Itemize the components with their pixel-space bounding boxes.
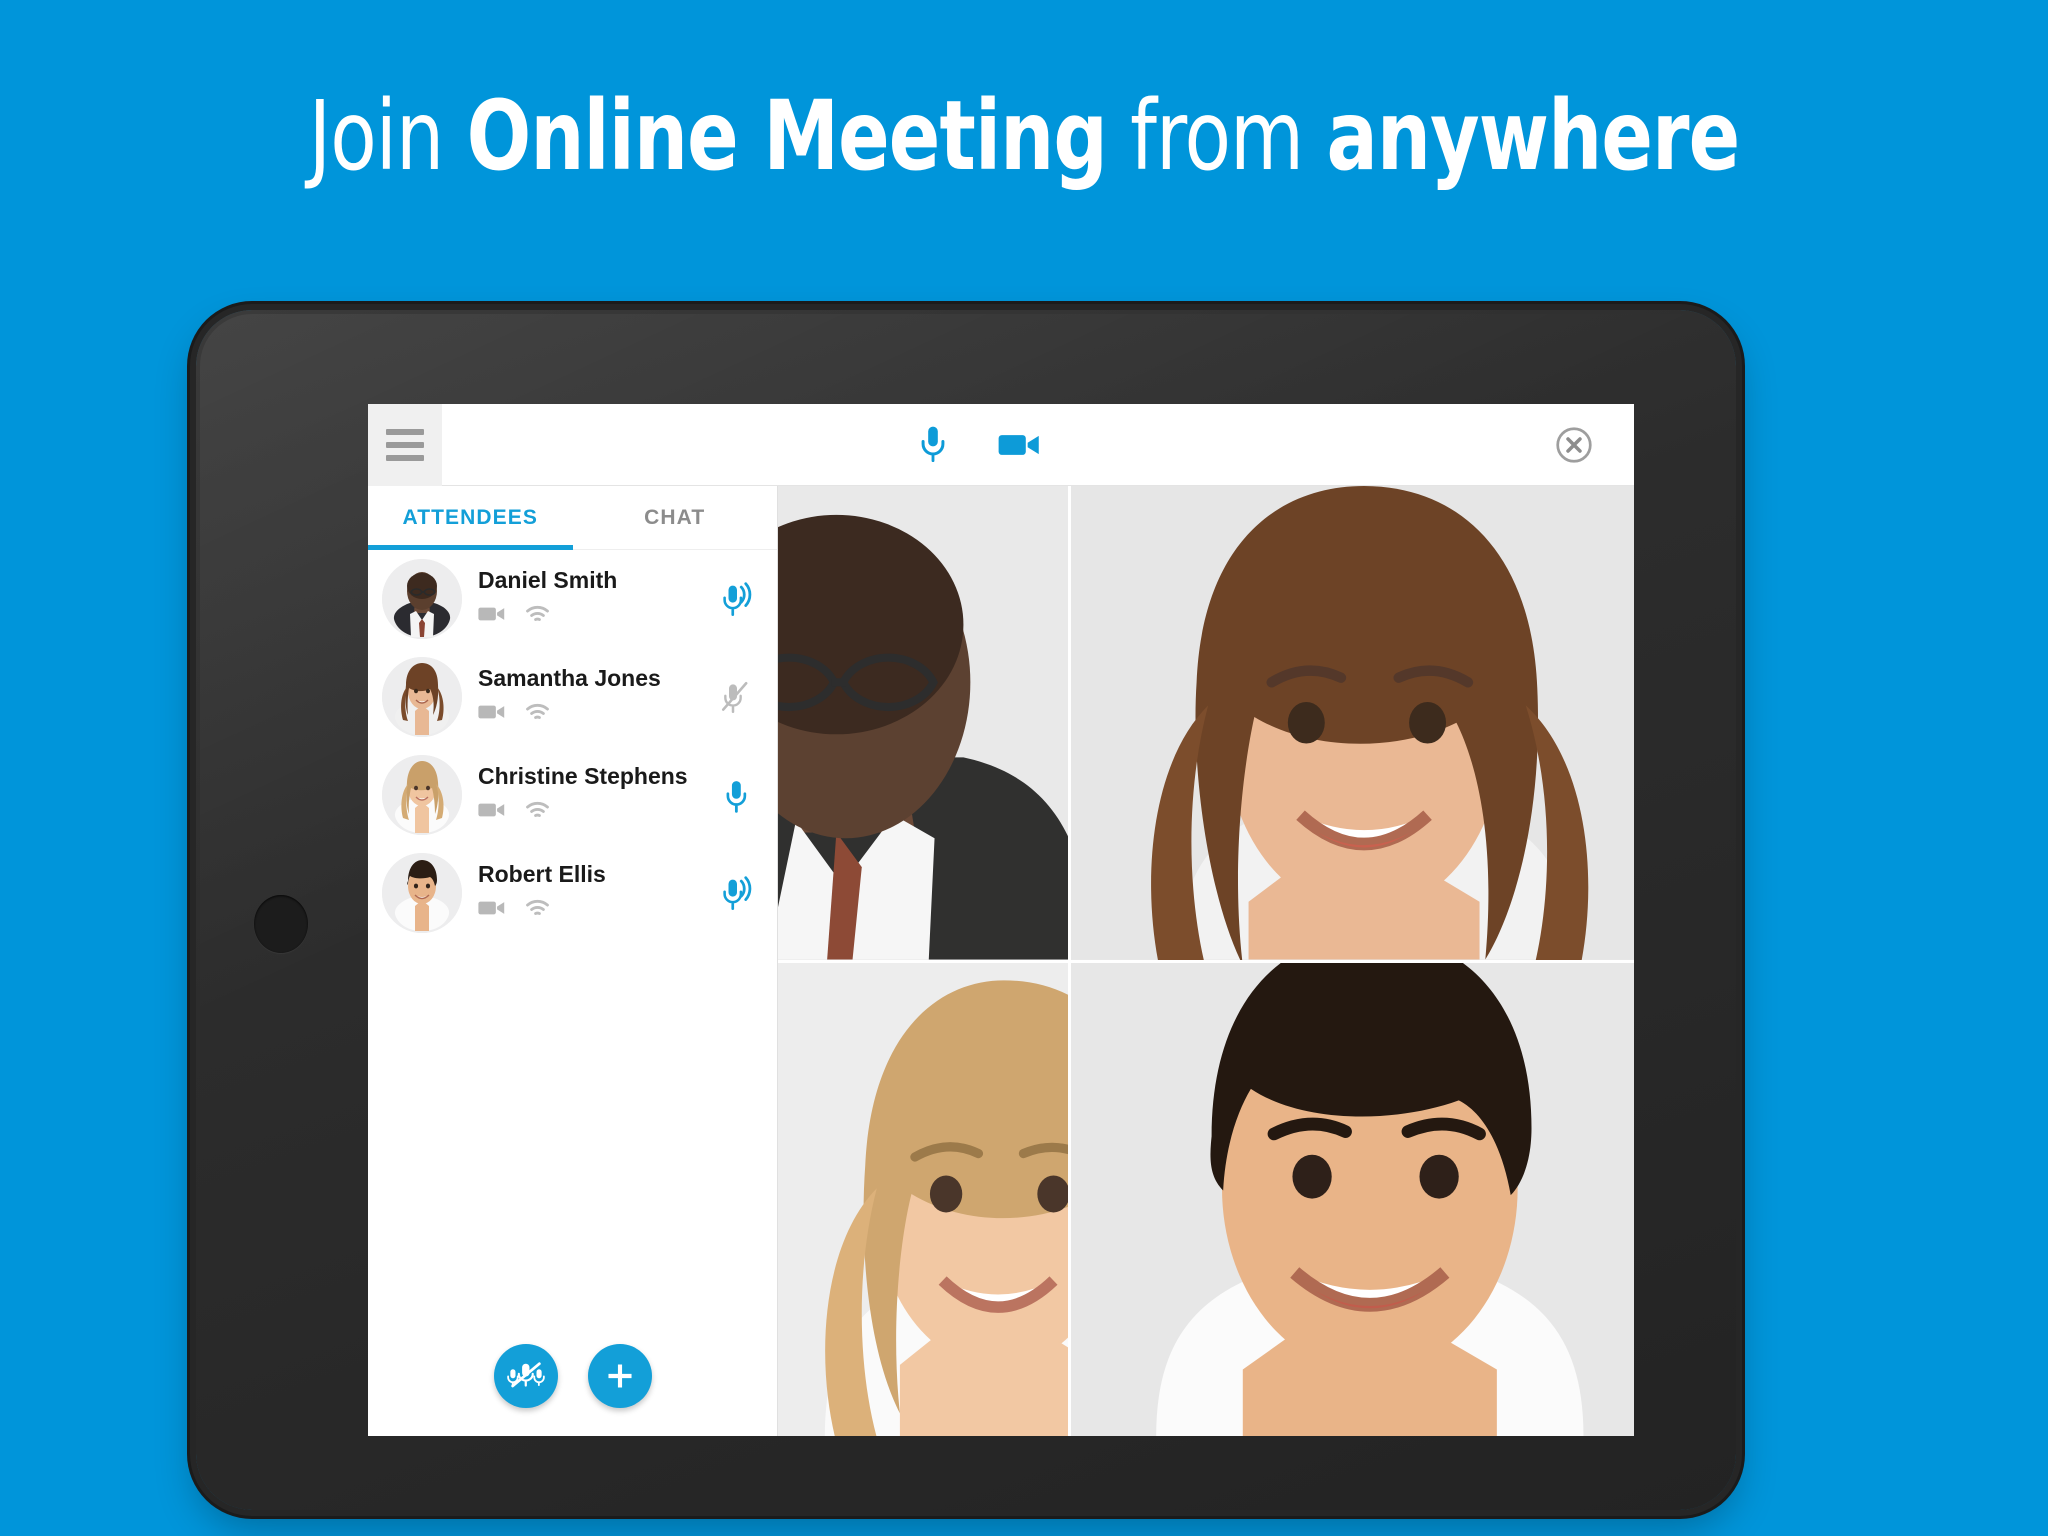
attendee-info: Robert Ellis: [462, 863, 715, 923]
video-tile-top-left[interactable]: [778, 486, 1068, 960]
add-participant-button[interactable]: [587, 1344, 652, 1408]
video-camera-icon: [478, 800, 505, 825]
close-circle-icon[interactable]: [1555, 426, 1593, 464]
app-header: [368, 404, 1634, 486]
app-body: ATTENDEES CHAT Daniel Smith Samantha Jon…: [368, 486, 1634, 1436]
sidebar-action-buttons: [368, 1344, 777, 1408]
video-tile-bottom-left[interactable]: [778, 962, 1068, 1436]
video-camera-icon: [478, 898, 505, 923]
attendee-info: Christine Stephens: [462, 765, 715, 825]
attendee-list: Daniel Smith Samantha Jones Christine St…: [368, 550, 777, 1436]
avatar: [382, 755, 462, 835]
headline-part-4: anywhere: [1326, 80, 1740, 192]
microphone-icon[interactable]: [916, 425, 950, 465]
video-camera-icon: [478, 604, 505, 629]
list-item[interactable]: Christine Stephens: [368, 746, 777, 844]
attendee-name: Robert Ellis: [478, 861, 606, 887]
wifi-icon: [525, 801, 550, 825]
tab-chat-label: CHAT: [644, 505, 706, 529]
attendee-status-icons: [478, 702, 715, 727]
avatar: [382, 853, 462, 933]
wifi-icon: [525, 899, 550, 923]
video-grid: [778, 486, 1634, 1436]
video-camera-icon: [478, 702, 505, 727]
headline-part-3: from: [1106, 80, 1327, 192]
tab-attendees[interactable]: ATTENDEES: [368, 486, 573, 550]
hamburger-menu-icon[interactable]: [368, 404, 442, 486]
attendee-status-icons: [478, 898, 715, 923]
avatar: [382, 559, 462, 639]
video-camera-icon[interactable]: [998, 430, 1040, 460]
attendee-info: Daniel Smith: [462, 569, 715, 629]
microphone-icon[interactable]: [715, 776, 759, 814]
header-right-controls: [1514, 426, 1634, 464]
list-item[interactable]: Robert Ellis: [368, 844, 777, 942]
mute-all-button[interactable]: [493, 1344, 558, 1408]
tablet-device: ATTENDEES CHAT Daniel Smith Samantha Jon…: [196, 310, 1736, 1510]
hamburger-bar: [386, 428, 424, 435]
list-item[interactable]: Daniel Smith: [368, 550, 777, 648]
headline-part-2: Online Meeting: [466, 80, 1108, 192]
video-tile-bottom-right[interactable]: [1071, 962, 1634, 1436]
header-controls: [442, 425, 1514, 465]
attendee-name: Samantha Jones: [478, 665, 661, 691]
hamburger-bar: [386, 454, 424, 461]
attendee-name: Christine Stephens: [478, 763, 688, 789]
attendee-info: Samantha Jones: [462, 667, 715, 727]
attendee-name: Daniel Smith: [478, 567, 618, 593]
attendee-status-icons: [478, 604, 715, 629]
headline-part-1: Join: [308, 80, 467, 192]
hamburger-bar: [386, 441, 424, 448]
microphone-active-icon[interactable]: [715, 579, 759, 619]
avatar: [382, 657, 462, 737]
microphone-active-icon[interactable]: [715, 873, 759, 913]
video-tile-top-right[interactable]: [1071, 486, 1634, 960]
wifi-icon: [525, 703, 550, 727]
attendee-status-icons: [478, 800, 715, 825]
list-item[interactable]: Samantha Jones: [368, 648, 777, 746]
tab-attendees-label: ATTENDEES: [402, 505, 539, 529]
sidebar-panel: ATTENDEES CHAT Daniel Smith Samantha Jon…: [368, 486, 778, 1436]
home-button[interactable]: [254, 895, 308, 953]
tab-chat[interactable]: CHAT: [573, 486, 778, 549]
microphone-muted-icon[interactable]: [715, 678, 759, 716]
tablet-screen: ATTENDEES CHAT Daniel Smith Samantha Jon…: [368, 404, 1634, 1436]
sidebar-tabs: ATTENDEES CHAT: [368, 486, 777, 550]
wifi-icon: [525, 605, 550, 629]
page-headline: Join Online Meeting from anywhere: [123, 88, 1925, 184]
